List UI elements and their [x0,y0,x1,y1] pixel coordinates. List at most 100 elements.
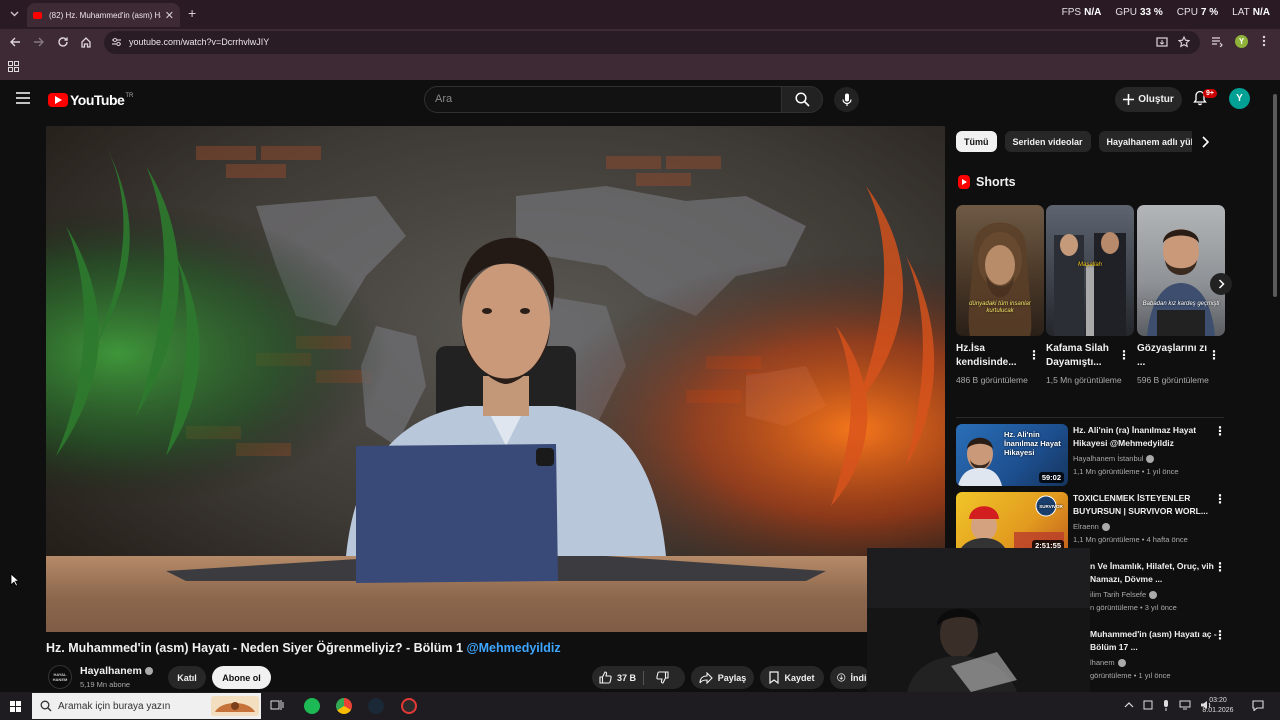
more-vert-icon[interactable]: ⋮ [1118,348,1130,362]
like-divider [643,670,645,685]
short-title-2[interactable]: Kafama Silah Dayamıştı... [1046,342,1120,370]
recommendation-item[interactable]: SURVIVOR 2:51:55 TOXICLENMEK İSTEYENLER … [956,492,1226,554]
youtube-logo[interactable]: YouTube TR [48,92,133,108]
tray-chevron-up-icon[interactable] [1124,700,1134,711]
site-info-icon[interactable] [111,37,122,47]
recommendation-thumbnail[interactable]: Hz. Ali'nin İnanılmaz Hayat Hikayesi 59:… [956,424,1068,486]
save-button[interactable]: Kaydet [760,666,824,689]
short-title-1[interactable]: Hz.İsa kendisinde... [956,342,1030,370]
apps-grid-icon[interactable] [8,61,19,72]
chip-series[interactable]: Seriden videolar [1004,131,1091,152]
like-count: 37 B [617,672,637,683]
short-thumbnail-2[interactable]: Maşallah [1046,205,1134,336]
home-icon[interactable] [80,36,92,48]
steam-icon[interactable] [368,698,384,714]
chip-all[interactable]: Tümü [956,131,997,152]
voice-search-button[interactable] [834,87,859,112]
back-arrow-icon[interactable] [9,36,21,48]
new-tab-button[interactable]: + [188,5,196,21]
more-vert-icon[interactable]: ⋮ [1214,628,1226,642]
recommendation-channel[interactable]: ilim Tarih Felsefe [1090,590,1158,600]
recommendation-title[interactable]: n Ve İmamlık, Hilafet, Oruç, vih Namazı,… [1090,560,1225,586]
windows-start-icon[interactable] [10,701,21,712]
recommendation-item[interactable]: Muhammed'in (asm) Hayatı aç - Bölüm 17 .… [1090,628,1226,690]
more-vert-icon[interactable]: ⋮ [1214,424,1226,438]
browser-menu-icon[interactable] [1262,35,1266,47]
search-highlight-image [211,696,259,716]
microphone-icon[interactable] [1162,700,1170,711]
join-button[interactable]: Katıl [168,666,206,689]
thumbs-down-icon [656,671,669,684]
bookmark-star-icon[interactable] [1178,36,1190,48]
more-vert-icon[interactable]: ⋮ [1214,560,1226,574]
more-vert-icon[interactable]: ⋮ [1214,492,1226,506]
recommendation-title[interactable]: Hz. Ali'nin (ra) İnanılmaz Hayat Hikayes… [1073,424,1208,450]
short-thumbnail-1[interactable]: dünyadaki tüm insanlar kurtulucak [956,205,1044,336]
verified-check-icon [1146,455,1155,464]
short-title-3[interactable]: Gözyaşlarını zı ... [1137,342,1211,370]
forward-arrow-icon[interactable] [33,36,45,48]
notification-center-icon[interactable] [1252,700,1264,711]
address-bar[interactable]: youtube.com/watch?v=DcrrhvlwJIY [104,31,1200,54]
network-icon[interactable] [1179,700,1191,711]
stat-lat: LAT N/A [1232,7,1270,18]
clock-time: 03:20 [1209,697,1227,704]
spotify-icon[interactable] [304,698,320,714]
chevron-right-icon[interactable] [1201,136,1209,148]
shorts-next-button[interactable] [1210,273,1232,295]
obs-record-icon[interactable] [401,698,417,714]
account-avatar[interactable]: Y [1229,88,1250,109]
short-thumbnail-3[interactable]: Babadan kız kardeş geçmişti [1137,205,1225,336]
more-vert-icon[interactable]: ⋮ [1208,348,1220,362]
verified-check-icon [144,667,153,676]
save-label: Kaydet [784,672,815,683]
system-clock[interactable]: 03:20 8.01.2026 [1200,696,1236,716]
download-button[interactable]: İndir [830,666,870,689]
channel-logo-text: HAYAL HANEM [52,672,68,682]
reading-list-icon[interactable] [1211,35,1223,47]
search-button[interactable] [781,86,823,113]
tray-app-icon[interactable] [1143,700,1153,711]
recommendation-item[interactable]: Hz. Ali'nin İnanılmaz Hayat Hikayesi 59:… [956,424,1226,486]
channel-name[interactable]: Hayalhanem [80,665,153,677]
youtube-page: YouTube TR Oluştur 9+ Y [0,80,1280,692]
recommendation-meta: 1,1 Mn görüntüleme • 4 hafta önce [1073,535,1188,544]
bookmark-icon [769,671,780,684]
subscribe-button[interactable]: Abone ol [212,666,271,689]
install-app-icon[interactable] [1156,36,1168,48]
tab-search-dropdown[interactable] [5,6,23,22]
tab-close-icon[interactable]: ✕ [165,9,174,22]
taskbar-search[interactable]: Aramak için buraya yazın [32,693,261,719]
chrome-icon[interactable] [336,698,352,714]
reload-icon[interactable] [57,36,69,48]
menu-hamburger-icon[interactable] [16,92,30,104]
search-input[interactable] [435,93,765,105]
scrollbar-thumb[interactable] [1273,94,1277,297]
share-button[interactable]: Paylaş [691,666,754,689]
create-button[interactable]: Oluştur [1115,87,1182,112]
like-button[interactable]: 37 B [599,671,636,684]
video-player[interactable] [46,126,945,632]
recommendation-thumbnail[interactable]: SURVIVOR 2:51:55 [956,492,1068,554]
page-scrollbar[interactable] [1271,80,1280,692]
more-vert-icon[interactable]: ⋮ [1028,348,1040,362]
recommendation-item[interactable]: n Ve İmamlık, Hilafet, Oruç, vih Namazı,… [1090,560,1226,622]
chip-uploader[interactable]: Hayalhanem adlı yükleyiciden [1098,131,1192,152]
mention-link[interactable]: @Mehmedyildiz [466,641,560,655]
subscriber-count: 5,19 Mn abone [80,680,131,689]
recommendation-channel[interactable]: Elraenn [1073,522,1110,532]
task-view-icon[interactable] [270,698,286,714]
recommendation-title[interactable]: TOXICLENMEK İSTEYENLER BUYURSUN | SURVIV… [1073,492,1208,518]
section-divider [956,417,1224,418]
recommendation-title[interactable]: Muhammed'in (asm) Hayatı aç - Bölüm 17 .… [1090,628,1225,654]
search-box[interactable] [424,86,782,113]
recommendation-channel[interactable]: Hayalhanem İstanbul [1073,454,1155,464]
youtube-wordmark: YouTube [70,92,125,108]
shorts-logo-icon [958,175,970,189]
recommendation-channel[interactable]: lhanem [1090,658,1126,668]
channel-avatar[interactable]: HAYAL HANEM [48,665,72,689]
profile-avatar[interactable]: Y [1235,35,1248,48]
create-label: Oluştur [1138,94,1174,105]
dislike-button[interactable] [656,671,669,684]
browser-tab-active[interactable]: (82) Hz. Muhammed'in (asm) Hayatı - Nede… [27,3,180,27]
